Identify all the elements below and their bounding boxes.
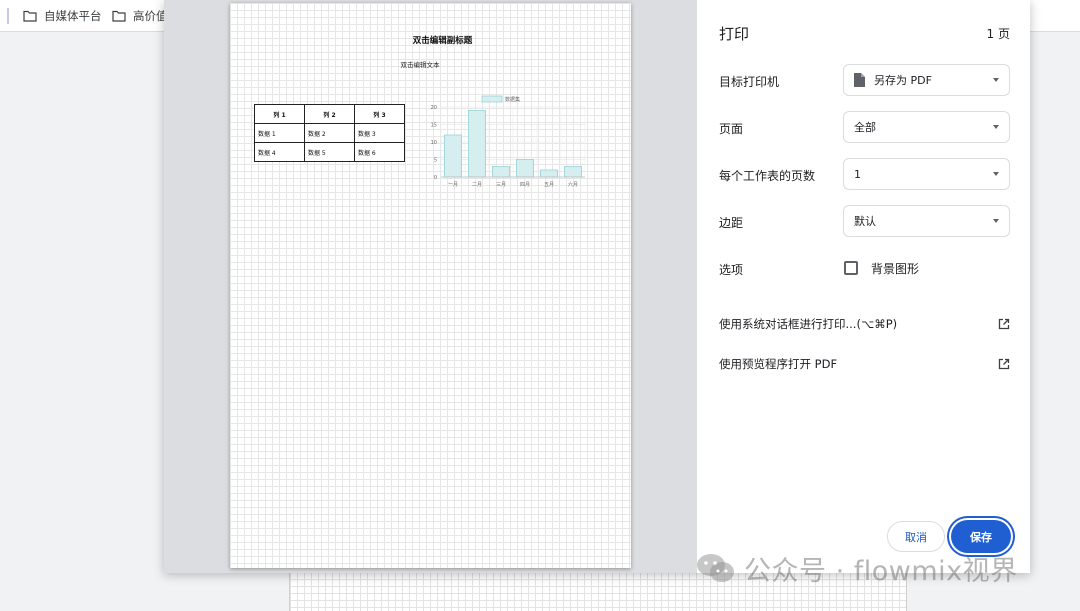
pages-label: 页面: [719, 122, 744, 136]
system-dialog-link[interactable]: 使用系统对话框进行打印...(⌥⌘P): [719, 316, 1010, 332]
x-tick-label: 二月: [472, 182, 482, 188]
print-preview-area[interactable]: 双击编辑副标题 双击编辑文本 列 1 列 2 列 3 数据 1 数据 2 数据 …: [164, 0, 697, 573]
chevron-down-icon: [993, 125, 999, 129]
folder-icon: [23, 10, 37, 22]
table-header: 列 1: [254, 104, 305, 124]
chevron-down-icon: [993, 172, 999, 176]
page-count: 1 页: [986, 27, 1010, 41]
y-tick-label: 15: [431, 123, 437, 129]
table-cell: 数据 5: [304, 142, 355, 162]
chevron-down-icon: [993, 78, 999, 82]
bar: [516, 159, 534, 178]
table-header-row: 列 1 列 2 列 3: [254, 104, 405, 124]
wechat-icon: [697, 554, 734, 582]
pages-per-sheet-label: 每个工作表的页数: [719, 169, 816, 183]
table-cell: 数据 6: [354, 142, 405, 162]
table-cell: 数据 2: [304, 123, 355, 143]
select-value: 全部: [854, 121, 876, 134]
open-preview-link[interactable]: 使用预览程序打开 PDF: [719, 356, 1010, 372]
watermark-text: 公众号 · flowmix视界: [744, 555, 1018, 587]
x-tick-label: 六月: [568, 181, 578, 188]
doc-text: 双击编辑文本: [400, 61, 440, 69]
select-value: 另存为 PDF: [874, 74, 932, 87]
open-in-new-icon: [998, 358, 1010, 370]
legend-label: 数据集: [505, 96, 520, 103]
bookmark-folder-high-value[interactable]: 高价值: [112, 7, 168, 25]
bookmark-label: 高价值: [133, 9, 168, 23]
preview-page: 双击编辑副标题 双击编辑文本 列 1 列 2 列 3 数据 1 数据 2 数据 …: [230, 3, 631, 568]
table-row: 数据 1 数据 2 数据 3: [254, 123, 405, 143]
margins-select[interactable]: 默认: [843, 205, 1010, 237]
bar: [468, 110, 486, 178]
bar: [564, 166, 582, 178]
destination-select[interactable]: 另存为 PDF: [843, 64, 1010, 96]
options-label: 选项: [719, 263, 744, 277]
doc-table: 列 1 列 2 列 3 数据 1 数据 2 数据 3 数据 4 数据 5 数据 …: [254, 104, 405, 162]
y-tick-label: 20: [431, 105, 437, 111]
open-preview-label: 使用预览程序打开 PDF: [719, 357, 838, 371]
bookmark-label: 自媒体平台: [44, 9, 102, 23]
watermark: 公众号 · flowmix视界: [696, 549, 1018, 587]
folder-icon: [112, 10, 126, 22]
bar: [540, 169, 558, 178]
select-value: 1: [854, 167, 861, 181]
bar-chart: 0 5 10 15 20 一月 二月 三月 四月 五月 六月 数据集: [431, 95, 586, 188]
print-dialog: 双击编辑副标题 双击编辑文本 列 1 列 2 列 3 数据 1 数据 2 数据 …: [164, 0, 1030, 573]
bar: [444, 134, 462, 178]
x-tick-label: 一月: [448, 182, 458, 188]
table-cell: 数据 3: [354, 123, 405, 143]
open-in-new-icon: [998, 318, 1010, 330]
file-icon: [854, 73, 865, 87]
margins-label: 边距: [719, 216, 744, 230]
x-tick-label: 三月: [496, 182, 506, 188]
select-value: 默认: [854, 215, 876, 228]
background-graphics-checkbox[interactable]: [844, 261, 858, 275]
cancel-button[interactable]: 取消: [887, 521, 945, 552]
bookmark-folder-media-platform[interactable]: 自媒体平台: [23, 7, 102, 25]
bookmarks-separator: [7, 8, 9, 24]
legend-swatch: [481, 95, 503, 103]
print-settings-panel: 打印 1 页 目标打印机 另存为 PDF 页面 全部 每个工作表的页数 1 边距…: [697, 0, 1030, 573]
y-tick-label: 10: [431, 140, 437, 146]
table-cell: 数据 4: [254, 142, 305, 162]
chevron-down-icon: [993, 219, 999, 223]
table-cell: 数据 1: [254, 123, 305, 143]
table-header: 列 3: [354, 104, 405, 124]
bar: [492, 166, 510, 178]
system-dialog-label: 使用系统对话框进行打印...(⌥⌘P): [719, 317, 898, 331]
pages-select[interactable]: 全部: [843, 111, 1010, 143]
panel-title: 打印: [719, 25, 750, 43]
pages-per-sheet-select[interactable]: 1: [843, 158, 1010, 190]
x-tick-label: 四月: [520, 182, 530, 188]
x-tick-label: 五月: [544, 182, 554, 188]
table-row: 数据 4 数据 5 数据 6: [254, 142, 405, 162]
y-tick-label: 0: [434, 175, 437, 181]
doc-subtitle: 双击编辑副标题: [412, 36, 473, 46]
table-header: 列 2: [304, 104, 355, 124]
destination-label: 目标打印机: [719, 75, 780, 89]
y-tick-label: 5: [434, 158, 437, 164]
background-graphics-label[interactable]: 背景图形: [871, 260, 919, 277]
